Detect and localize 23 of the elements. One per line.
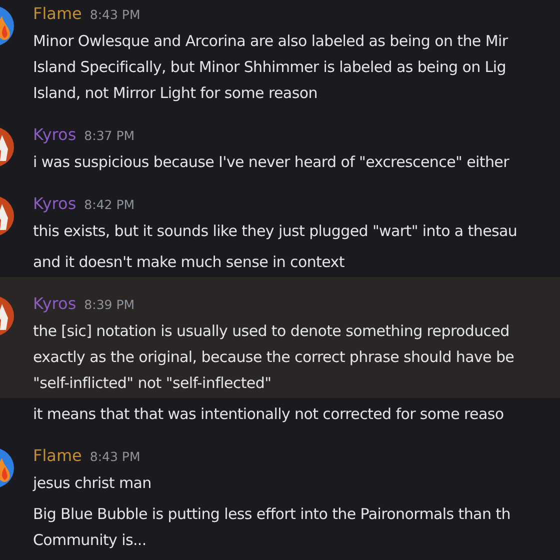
timestamp: 8:43 PM [90, 7, 140, 22]
message-text: it means that that was intentionally not corrected for some reaso [33, 404, 504, 425]
message-text: Big Blue Bubble is putting less effort into the Paironormals than th [33, 504, 510, 525]
timestamp: 8:39 PM [84, 297, 135, 312]
timestamp: 8:43 PM [90, 449, 140, 464]
timestamp: 8:37 PM [84, 128, 135, 143]
message-text: Community is... [33, 530, 148, 551]
message-text: exactly as the original, because the correct phrase should have be [33, 347, 514, 368]
message-text: Island Specifically, but Minor Shhimmer is labeled as being on Lig [33, 57, 507, 78]
message-text: i was suspicious because I've never heard of "excrescence" either [33, 152, 509, 173]
message-text: Island, not Mirror Light for some reason [33, 83, 318, 104]
message-text: jesus christ man [33, 473, 152, 494]
message-text: Minor Owlesque and Arcorina are also labeled as being on the Mir [33, 31, 508, 52]
message-text: the [sic] notation is usually used to denote something reproduced [33, 321, 510, 342]
author-name[interactable]: Kyros [33, 125, 76, 144]
author-name[interactable]: Flame [33, 446, 82, 465]
message-text: and it doesn't make much sense in context [33, 252, 344, 273]
timestamp: 8:42 PM [84, 197, 135, 212]
author-name[interactable]: Kyros [33, 294, 76, 313]
author-name[interactable]: Kyros [33, 194, 76, 213]
author-name[interactable]: Flame [33, 4, 82, 23]
message-text: this exists, but it sounds like they just plugged "wart" into a thesau [33, 221, 518, 242]
message-text: "self-inflicted" not "self-inflected" [33, 373, 272, 394]
